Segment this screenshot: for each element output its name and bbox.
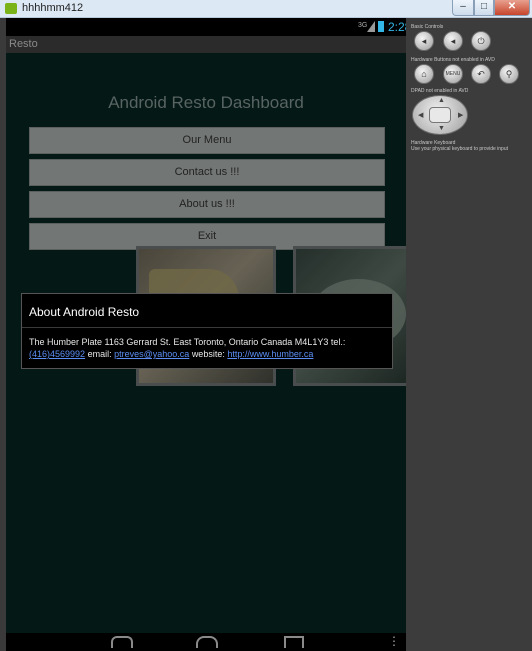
back-nav-icon[interactable] bbox=[111, 636, 133, 648]
volume-up-icon[interactable]: ◂ bbox=[443, 31, 463, 51]
volume-down-icon[interactable]: ◂ bbox=[414, 31, 434, 51]
keyboard-note: Use your physical keyboard to provide in… bbox=[411, 146, 508, 152]
about-dialog: About Android Resto The Humber Plate 116… bbox=[21, 293, 393, 369]
dpad-center-button[interactable] bbox=[429, 107, 451, 123]
email-link[interactable]: ptreves@yahoo.ca bbox=[114, 349, 189, 359]
navigation-bar: ⋮ bbox=[6, 633, 406, 651]
website-label: website: bbox=[191, 349, 225, 359]
minimize-button[interactable]: – bbox=[452, 0, 474, 16]
app-content: Android Resto Dashboard Our Menu Contact… bbox=[6, 53, 406, 633]
basic-controls-label: Basic Controls bbox=[411, 24, 444, 30]
maximize-button[interactable]: □ bbox=[474, 0, 494, 16]
android-app-icon bbox=[5, 3, 17, 14]
dialog-title: About Android Resto bbox=[29, 305, 140, 319]
window-title: hhhhmm412 bbox=[22, 2, 84, 14]
overflow-menu-icon[interactable]: ⋮ bbox=[388, 634, 400, 648]
hardware-buttons-label: Hardware Buttons not enabled in AVD bbox=[411, 57, 495, 63]
emulator-window: 3G 2:28 Resto Android Resto Dashboard Ou… bbox=[0, 18, 532, 651]
phone-link[interactable]: (416)4569992 bbox=[29, 349, 85, 359]
home-nav-icon[interactable] bbox=[196, 636, 218, 648]
action-bar-title: Resto bbox=[9, 38, 38, 50]
window-titlebar: hhhhmm412 – □ ✕ bbox=[0, 0, 532, 18]
signal-label: 3G bbox=[358, 22, 368, 29]
dialog-divider bbox=[22, 327, 392, 328]
close-button[interactable]: ✕ bbox=[494, 0, 530, 16]
emulator-controls: Basic Controls ◂ ◂ ⏻ Hardware Buttons no… bbox=[406, 18, 532, 651]
search-icon[interactable]: ⚲ bbox=[499, 64, 519, 84]
home-icon[interactable]: ⌂ bbox=[414, 64, 434, 84]
email-label: email: bbox=[87, 349, 112, 359]
battery-icon bbox=[378, 21, 384, 32]
dialog-message: The Humber Plate 1163 Gerrard St. East T… bbox=[29, 336, 389, 360]
signal-icon bbox=[367, 21, 375, 32]
device-screen: 3G 2:28 Resto Android Resto Dashboard Ou… bbox=[6, 18, 411, 651]
power-icon[interactable]: ⏻ bbox=[471, 31, 491, 51]
dpad-control[interactable]: ▲ ▼ ◀ ▶ bbox=[412, 95, 468, 135]
back-icon[interactable]: ↶ bbox=[471, 64, 491, 84]
status-bar: 3G 2:28 bbox=[6, 18, 411, 36]
action-bar: Resto bbox=[6, 36, 406, 53]
dpad-label: DPAD not enabled in AVD bbox=[411, 88, 469, 94]
dialog-address: The Humber Plate 1163 Gerrard St. East T… bbox=[29, 337, 346, 347]
menu-icon[interactable]: MENU bbox=[443, 64, 463, 84]
website-link[interactable]: http://www.humber.ca bbox=[227, 349, 313, 359]
recent-apps-icon[interactable] bbox=[284, 636, 304, 648]
